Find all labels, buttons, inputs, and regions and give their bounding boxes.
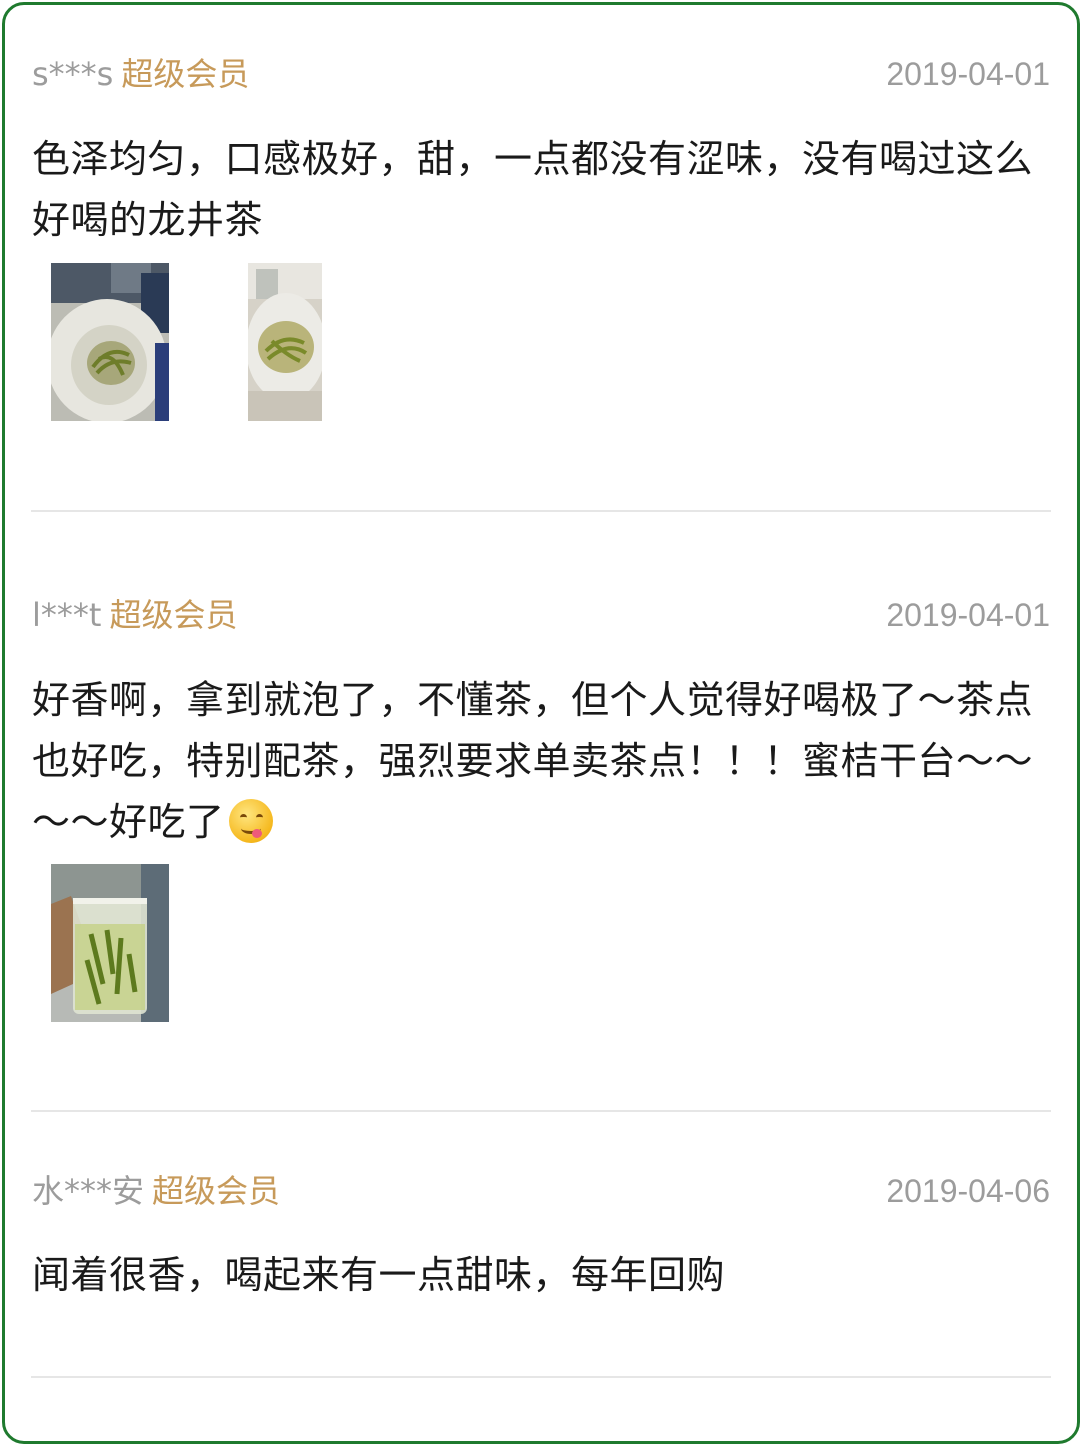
divider <box>31 1376 1051 1378</box>
review-item: l***t 超级会员 2019-04-01 好香啊，拿到就泡了，不懂茶，但个人觉得… <box>5 515 1077 1115</box>
member-badge: 超级会员 <box>121 55 250 93</box>
review-item: 水***安 超级会员 2019-04-06 闻着很香，喝起来有一点甜味，每年回购 <box>5 1115 1077 1385</box>
divider <box>31 1110 1051 1112</box>
yum-face-emoji <box>228 799 273 843</box>
review-user: s***s 超级会员 <box>32 52 249 96</box>
divider <box>31 510 1051 512</box>
review-item: s***s 超级会员 2019-04-01 色泽均匀，口感极好，甜，一点都没有涩味… <box>5 5 1077 515</box>
tea-cup-photo-image <box>248 263 322 421</box>
review-date: 2019-04-01 <box>886 597 1050 633</box>
review-text: 闻着很香，喝起来有一点甜味，每年回购 <box>32 1253 726 1297</box>
member-badge: 超级会员 <box>152 1172 281 1210</box>
username: s***s <box>32 55 114 93</box>
review-date: 2019-04-06 <box>886 1173 1050 1209</box>
review-photo[interactable] <box>51 263 169 421</box>
review-list-card: s***s 超级会员 2019-04-01 色泽均匀，口感极好，甜，一点都没有涩味… <box>2 2 1080 1444</box>
review-meta: s***s 超级会员 2019-04-01 <box>32 52 1050 96</box>
username: 水***安 <box>32 1172 145 1210</box>
review-text: 好香啊，拿到就泡了，不懂茶，但个人觉得好喝极了～茶点也好吃，特别配茶，强烈要求单… <box>32 670 1041 853</box>
review-photo[interactable] <box>248 263 322 421</box>
review-meta: l***t 超级会员 2019-04-01 <box>32 593 1050 637</box>
glass-tea-photo-image <box>51 864 169 1022</box>
tea-cup-photo-image <box>51 263 169 421</box>
review-meta: 水***安 超级会员 2019-04-06 <box>32 1169 1050 1213</box>
review-date: 2019-04-01 <box>886 56 1050 92</box>
review-text: 色泽均匀，口感极好，甜，一点都没有涩味，没有喝过这么好喝的龙井茶 <box>32 137 1034 242</box>
review-text-body: 好香啊，拿到就泡了，不懂茶，但个人觉得好喝极了～茶点也好吃，特别配茶，强烈要求单… <box>32 678 1034 844</box>
review-photo[interactable] <box>51 864 169 1022</box>
member-badge: 超级会员 <box>109 596 238 634</box>
review-user: l***t 超级会员 <box>32 593 237 637</box>
review-user: 水***安 超级会员 <box>32 1169 280 1213</box>
username: l***t <box>32 596 102 634</box>
